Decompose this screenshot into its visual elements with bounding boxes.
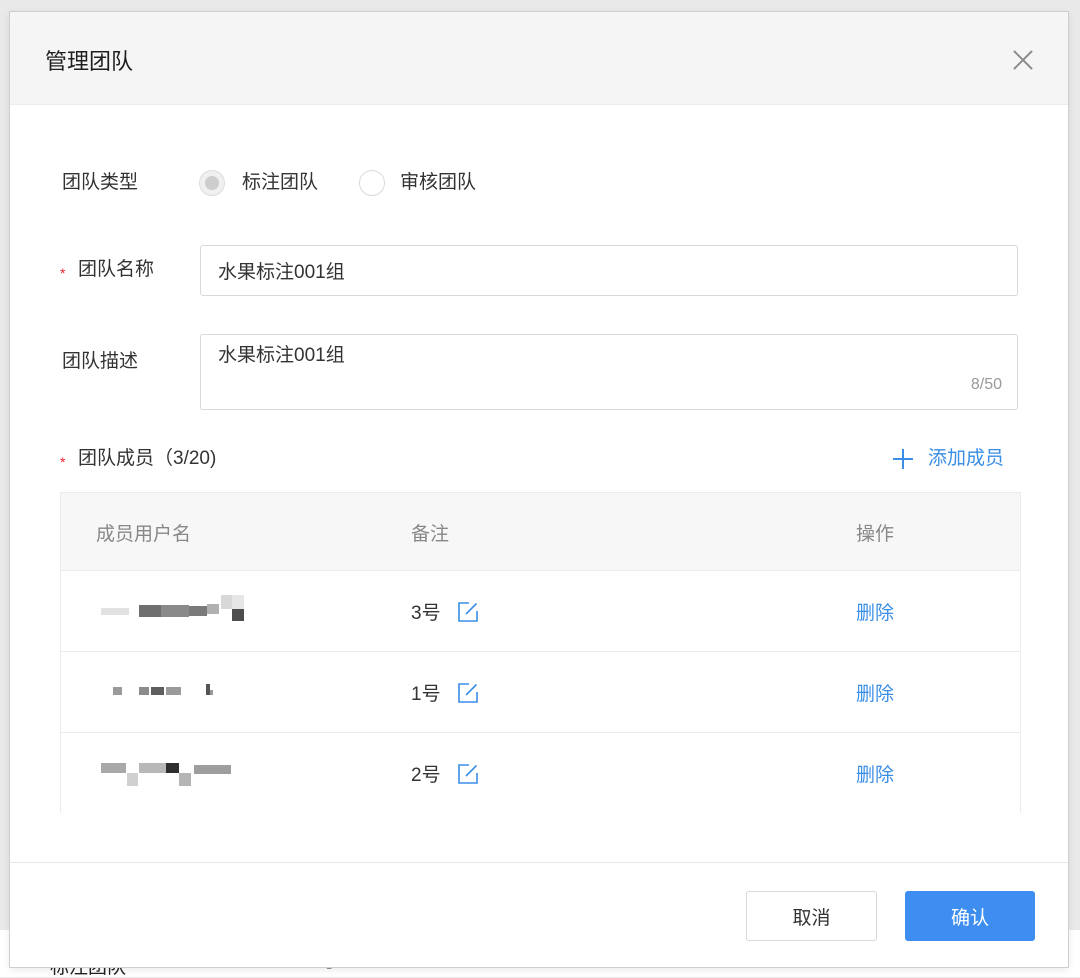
radio-review-team-label[interactable]: 审核团队 (400, 171, 476, 195)
team-members-label: 团队成员（3/20) (78, 448, 217, 469)
note-cell: 1号 (411, 652, 479, 733)
note-text: 3号 (411, 603, 441, 624)
mosaic-block (189, 606, 207, 616)
delete-link[interactable]: 删除 (856, 760, 894, 787)
redacted-username (91, 591, 311, 631)
table-row: 2号 删除 (61, 733, 1020, 814)
column-header-username: 成员用户名 (96, 523, 192, 545)
radio-annotation-team[interactable] (199, 170, 225, 196)
radio-review-team[interactable] (359, 170, 385, 196)
mosaic-block (101, 608, 129, 615)
required-mark: * (60, 265, 66, 281)
note-text: 1号 (411, 684, 441, 705)
mosaic-block (151, 687, 164, 695)
mosaic-block (221, 595, 232, 609)
team-name-label: 团队名称 (78, 259, 155, 280)
mosaic-block (179, 773, 191, 786)
mosaic-block (161, 605, 189, 617)
confirm-button[interactable]: 确认 (905, 891, 1035, 941)
cancel-button[interactable]: 取消 (746, 891, 877, 941)
team-desc-textarea[interactable]: 水果标注001组 (200, 334, 1018, 410)
radio-annotation-team-label[interactable]: 标注团队 (242, 171, 318, 195)
team-desc-label: 团队描述 (62, 351, 139, 372)
dialog-title: 管理团队 (45, 49, 134, 74)
dialog-header: 管理团队 (10, 12, 1068, 105)
table-header: 成员用户名 备注 操作 (61, 493, 1020, 571)
mosaic-block (232, 609, 244, 621)
mosaic-block (127, 773, 138, 786)
mosaic-block (139, 605, 161, 617)
action-cell: 删除 (856, 652, 894, 733)
mosaic-block (139, 687, 149, 695)
delete-link[interactable]: 删除 (856, 679, 894, 706)
char-counter: 8/50 (970, 376, 1002, 393)
add-member-button[interactable]: 添加成员 (893, 447, 1023, 471)
action-cell: 删除 (856, 733, 894, 814)
team-name-input[interactable] (200, 245, 1018, 296)
edit-icon[interactable] (457, 763, 479, 785)
column-header-action: 操作 (856, 523, 895, 545)
redacted-username (91, 753, 311, 793)
edit-icon[interactable] (457, 601, 479, 623)
plus-icon[interactable] (893, 449, 913, 469)
members-table: 成员用户名 备注 操作 3号 删除 1号 删除 2号 删除 (60, 492, 1021, 814)
table-row: 1号 删除 (61, 652, 1020, 733)
close-button[interactable] (1012, 49, 1034, 71)
mosaic-block (194, 765, 231, 774)
footer-divider (10, 862, 1068, 863)
note-cell: 3号 (411, 571, 479, 652)
team-type-label: 团队类型 (62, 172, 139, 193)
mosaic-block (207, 604, 219, 614)
mosaic-block (101, 763, 126, 773)
add-member-label[interactable]: 添加成员 (928, 447, 1004, 471)
manage-team-dialog: 管理团队 团队类型 标注团队 审核团队 * 团队名称 团队描述 水果标注001组… (10, 12, 1068, 967)
mosaic-block (232, 595, 244, 609)
column-header-note: 备注 (411, 523, 450, 545)
redacted-username (91, 672, 311, 712)
edit-icon[interactable] (457, 682, 479, 704)
mosaic-block (166, 763, 179, 773)
table-row: 3号 删除 (61, 571, 1020, 652)
mosaic-block (139, 763, 166, 773)
note-text: 2号 (411, 765, 441, 786)
close-icon[interactable] (1012, 49, 1034, 71)
action-cell: 删除 (856, 571, 894, 652)
note-cell: 2号 (411, 733, 479, 814)
required-mark: * (60, 454, 66, 470)
mosaic-block (166, 687, 181, 695)
mosaic-block (210, 690, 213, 695)
mosaic-block (113, 687, 122, 695)
delete-link[interactable]: 删除 (856, 598, 894, 625)
